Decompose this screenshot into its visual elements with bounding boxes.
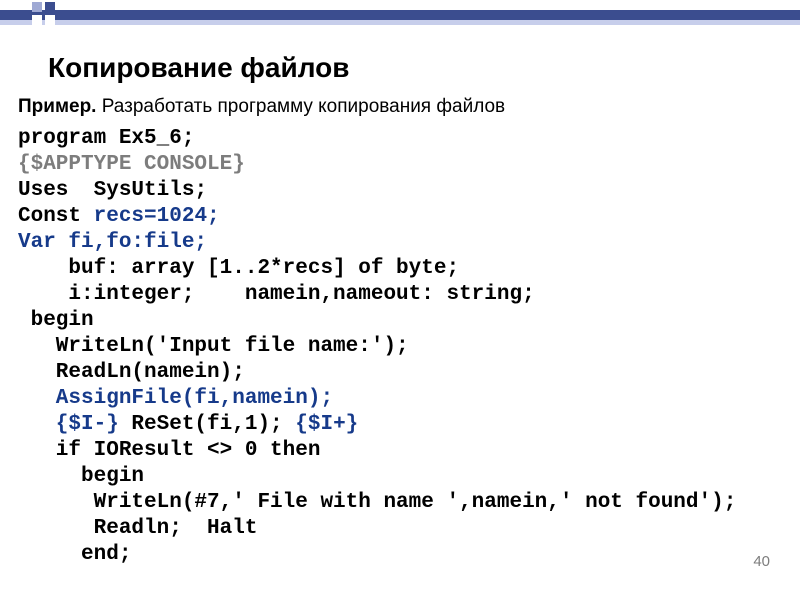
page-number: 40 xyxy=(753,553,770,570)
code-l8: begin xyxy=(18,309,94,332)
code-l15: WriteLn(#7,' File with name ',namein,' n… xyxy=(18,491,736,514)
code-l9: WriteLn('Input file name:'); xyxy=(18,335,409,358)
band-dark xyxy=(0,10,800,20)
code-l5: Var fi,fo:file; xyxy=(18,231,207,254)
code-l17: end; xyxy=(18,543,131,566)
code-l1-a: program xyxy=(18,127,106,150)
example-line: Пример. Разработать программу копировани… xyxy=(18,96,505,118)
code-l6: buf: array [1..2*recs] of byte; xyxy=(18,257,459,280)
slide-title: Копирование файлов xyxy=(48,52,349,84)
band-light xyxy=(0,20,800,25)
decor-square-1 xyxy=(32,2,42,12)
decor-square-3 xyxy=(32,15,42,25)
example-label: Пример. xyxy=(18,96,96,117)
code-l12-b: ReSet(fi,1); xyxy=(131,413,282,436)
code-l3-b: SysUtils; xyxy=(68,179,207,202)
code-l10: ReadLn(namein); xyxy=(18,361,245,384)
code-l11: AssignFile(fi,namein); xyxy=(18,387,333,410)
code-l1-b: Ex5_6; xyxy=(106,127,194,150)
decor-square-2 xyxy=(45,2,55,12)
code-l14: begin xyxy=(18,465,144,488)
code-l7: i:integer; namein,nameout: string; xyxy=(18,283,535,306)
code-l4-a: Const xyxy=(18,205,94,228)
code-l3-a: Uses xyxy=(18,179,68,202)
header-decor xyxy=(0,0,800,28)
code-l13: if IOResult <> 0 then xyxy=(18,439,320,462)
code-l16: Readln; Halt xyxy=(18,517,257,540)
code-l4-b: recs=1024; xyxy=(94,205,220,228)
code-l12-c: {$I+} xyxy=(283,413,359,436)
code-l2: {$APPTYPE CONSOLE} xyxy=(18,153,245,176)
decor-square-4 xyxy=(45,15,55,25)
code-l12-a: {$I-} xyxy=(18,413,131,436)
example-text: Разработать программу копирования файлов xyxy=(96,96,505,117)
code-block: program Ex5_6; {$APPTYPE CONSOLE} Uses S… xyxy=(18,126,736,568)
